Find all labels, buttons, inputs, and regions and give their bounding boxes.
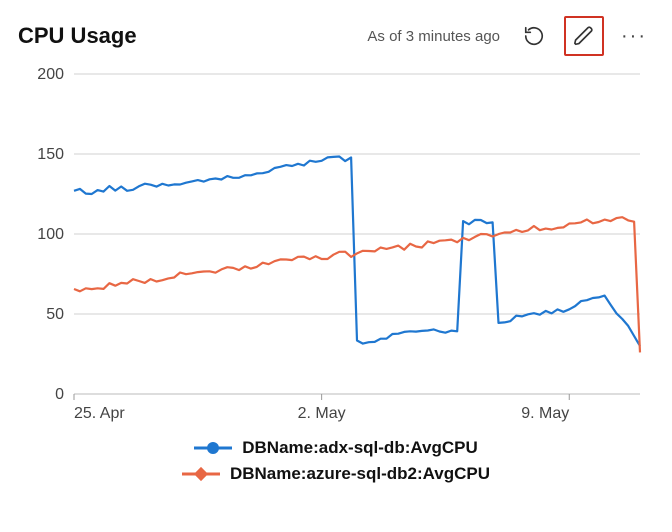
svg-text:50: 50 — [46, 306, 64, 323]
legend-item-2[interactable]: DBName:azure-sql-db2:AvgCPU — [182, 464, 490, 484]
chart-svg: 0 50 100 150 200 25. Apr 2. May 9. May — [18, 64, 654, 434]
legend-marker-diamond-icon — [182, 467, 220, 481]
svg-text:9. May: 9. May — [521, 405, 569, 422]
ellipsis-icon: ··· — [621, 26, 647, 46]
chart-panel: CPU Usage As of 3 minutes ago ··· 0 50 100… — [0, 0, 672, 532]
legend-item-1[interactable]: DBName:adx-sql-db:AvgCPU — [194, 438, 478, 458]
chart-header: CPU Usage As of 3 minutes ago ··· — [18, 16, 654, 56]
svg-text:200: 200 — [37, 66, 64, 83]
chart-plot-area: 0 50 100 150 200 25. Apr 2. May 9. May — [18, 64, 654, 434]
svg-text:0: 0 — [55, 386, 64, 403]
svg-text:150: 150 — [37, 146, 64, 163]
svg-text:100: 100 — [37, 226, 64, 243]
refresh-button[interactable] — [514, 16, 554, 56]
svg-text:25. Apr: 25. Apr — [74, 405, 125, 422]
chart-legend: DBName:adx-sql-db:AvgCPU DBName:azure-sq… — [18, 438, 654, 484]
last-refresh-text: As of 3 minutes ago — [367, 28, 500, 45]
chart-title: CPU Usage — [18, 23, 137, 49]
legend-marker-circle-icon — [194, 441, 232, 455]
edit-button[interactable] — [564, 16, 604, 56]
more-button[interactable]: ··· — [614, 16, 654, 56]
legend-label: DBName:azure-sql-db2:AvgCPU — [230, 464, 490, 484]
svg-text:2. May: 2. May — [298, 405, 346, 422]
header-controls: As of 3 minutes ago ··· — [367, 16, 654, 56]
legend-label: DBName:adx-sql-db:AvgCPU — [242, 438, 478, 458]
